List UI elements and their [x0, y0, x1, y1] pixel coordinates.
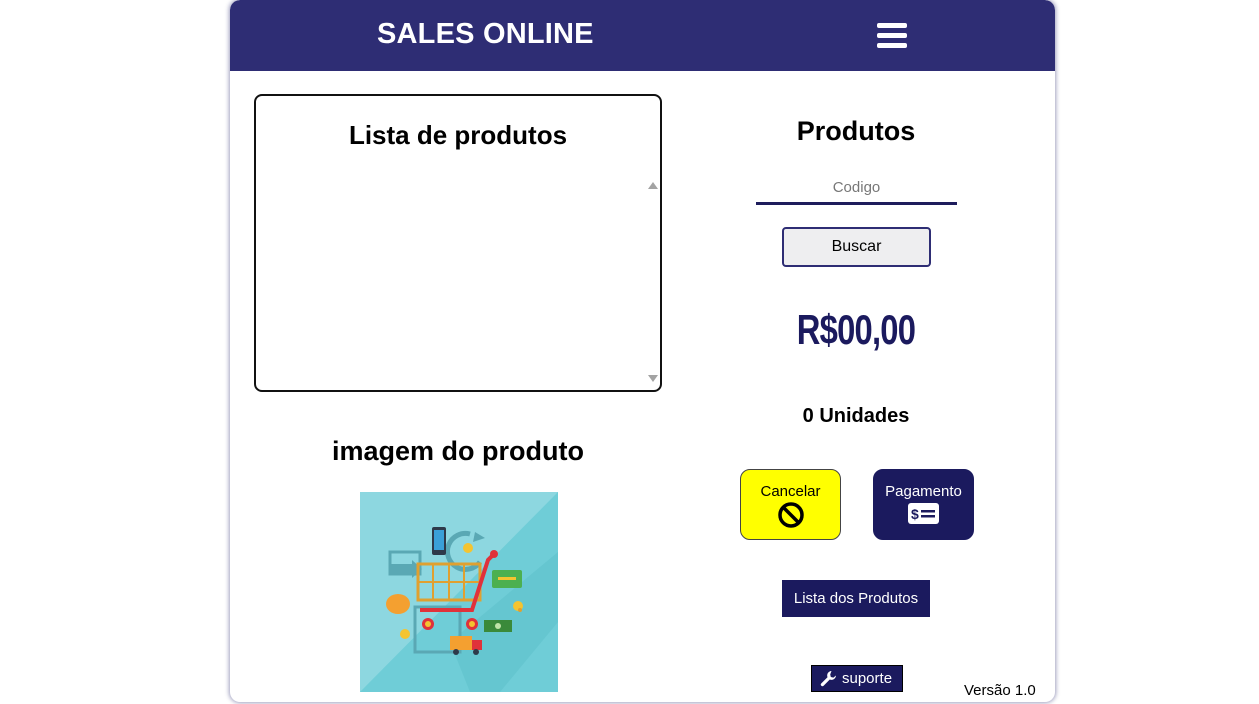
- cancel-button[interactable]: Cancelar: [740, 469, 841, 540]
- header-bar: SALES ONLINE: [230, 0, 1055, 71]
- product-list-title: Lista de produtos: [348, 120, 568, 150]
- version-label: Versão 1.0: [964, 682, 1036, 699]
- products-title: Produtos: [796, 116, 916, 146]
- list-products-button[interactable]: Lista dos Produtos: [782, 580, 930, 617]
- product-code-input[interactable]: [756, 172, 957, 205]
- scroll-down-arrow-icon[interactable]: [648, 375, 658, 382]
- search-button[interactable]: Buscar: [782, 227, 931, 267]
- product-image-title: imagem do produto: [332, 436, 584, 466]
- payment-button-label: Pagamento: [885, 483, 962, 500]
- wrench-icon: [820, 671, 836, 687]
- product-list-scrollbar[interactable]: [647, 176, 659, 386]
- hamburger-menu-icon[interactable]: [875, 20, 909, 52]
- prohibited-icon: [778, 502, 804, 528]
- svg-text:$: $: [911, 506, 919, 522]
- scroll-up-arrow-icon[interactable]: [648, 182, 658, 189]
- payment-button[interactable]: Pagamento $: [873, 469, 974, 540]
- app-title: SALES ONLINE: [377, 18, 594, 50]
- app-window: SALES ONLINE Lista de produtos imagem do…: [230, 0, 1055, 702]
- units-count: 0 Unidades: [802, 405, 910, 427]
- shopping-cart-illustration: [360, 492, 558, 692]
- money-bill-icon: $: [908, 503, 939, 524]
- support-button-label: suporte: [842, 670, 893, 687]
- cancel-button-label: Cancelar: [760, 483, 821, 500]
- product-list-box[interactable]: Lista de produtos: [254, 94, 662, 392]
- support-button[interactable]: suporte: [811, 665, 903, 692]
- total-price: R$00,00: [796, 306, 916, 353]
